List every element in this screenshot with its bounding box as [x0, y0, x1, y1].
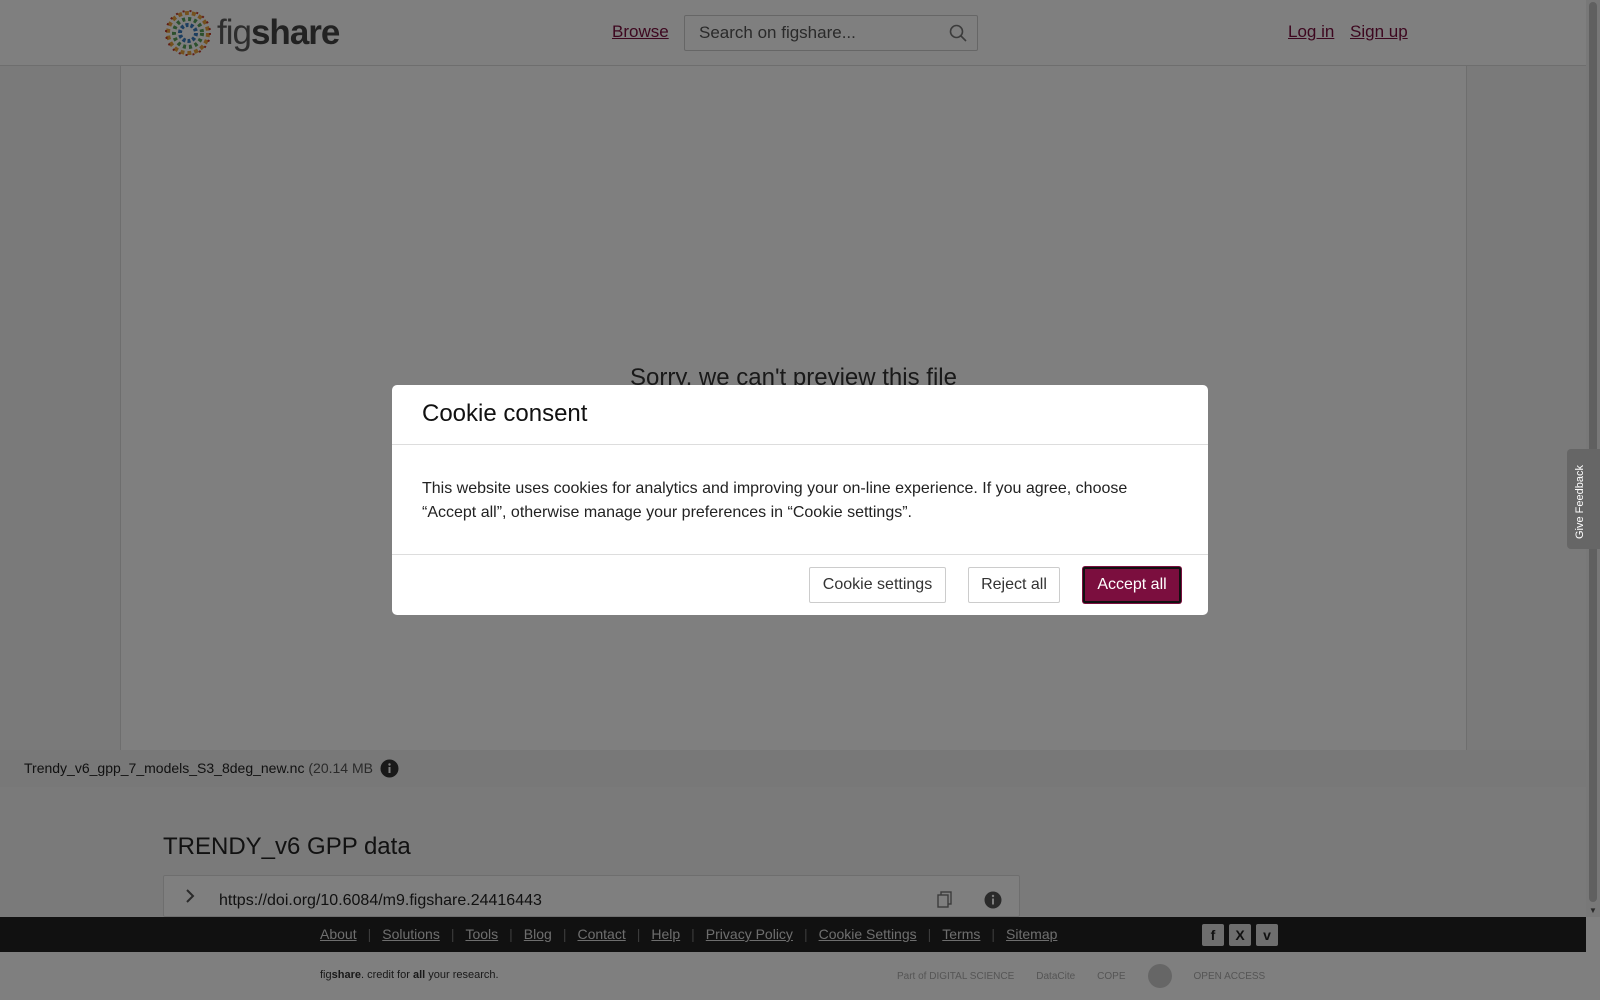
give-feedback-label: Give Feedback: [1574, 465, 1586, 539]
cookie-consent-dialog: Cookie consent This website uses cookies…: [392, 385, 1208, 615]
accept-all-button[interactable]: Accept all: [1083, 567, 1181, 603]
reject-all-button[interactable]: Reject all: [968, 567, 1060, 603]
modal-footer: Cookie settings Reject all Accept all: [392, 554, 1208, 615]
modal-header: Cookie consent: [392, 385, 1208, 445]
modal-title: Cookie consent: [422, 400, 588, 427]
cookie-settings-button[interactable]: Cookie settings: [809, 567, 946, 603]
give-feedback-tab[interactable]: Give Feedback: [1567, 449, 1600, 549]
modal-body-text: This website uses cookies for analytics …: [422, 480, 1128, 521]
